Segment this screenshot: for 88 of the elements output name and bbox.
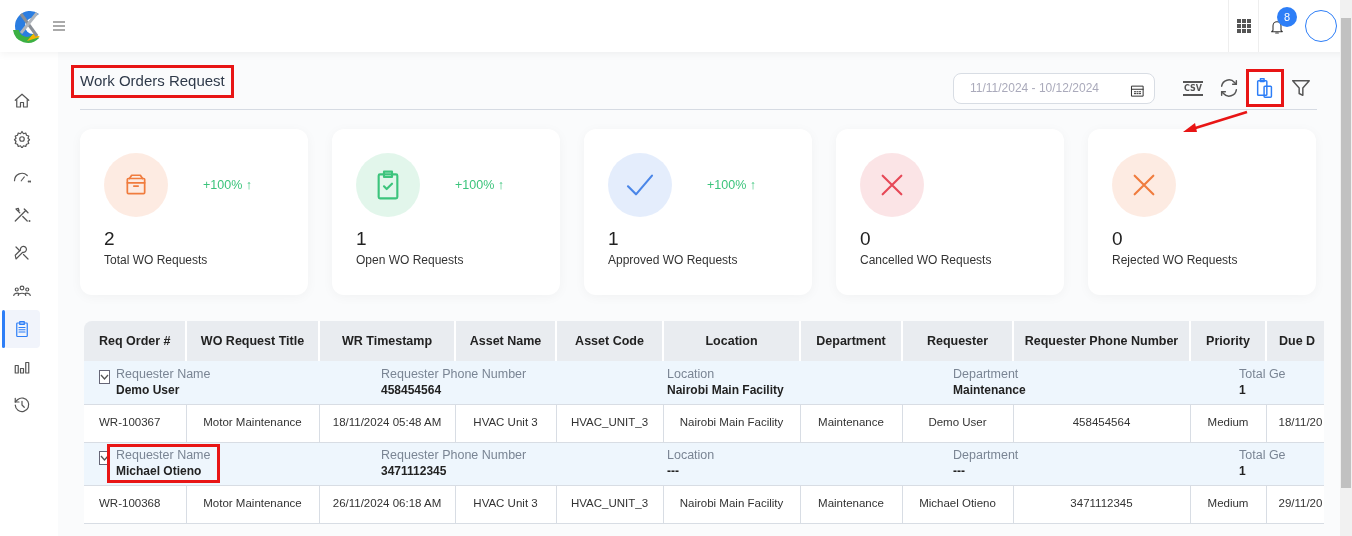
table-cell: WR-100367: [84, 404, 186, 442]
field-value: Demo User: [116, 381, 181, 399]
table-cell: 458454564: [1013, 404, 1190, 442]
table-cell: 18/11/2024 05:48 AM: [319, 404, 455, 442]
table-cell: WR-100368: [84, 485, 186, 523]
field-value: Michael Otieno: [116, 462, 203, 480]
change-percentage: +100% ↑: [707, 176, 756, 194]
column-header: Asset Name: [455, 321, 556, 361]
table-cell: Nairobi Main Facility: [663, 404, 800, 442]
table-cell: HVAC Unit 3: [455, 404, 556, 442]
stat-value: 2: [104, 227, 116, 251]
stat-value: 0: [1112, 227, 1124, 251]
settings-icon: [13, 130, 31, 148]
column-header: Location: [663, 321, 800, 361]
table-cell: 3471112345: [1013, 485, 1190, 523]
clipboard-icon: [13, 320, 31, 338]
table-cell: Motor Maintenance: [186, 404, 319, 442]
table-cell: Maintenance: [800, 404, 902, 442]
field-label: Total Ge: [1239, 446, 1286, 463]
notification-bell-icon[interactable]: [1269, 18, 1285, 35]
history-icon: [13, 396, 31, 414]
field-value: 3471112345: [381, 462, 448, 480]
scrollbar-thumb[interactable]: [1341, 18, 1351, 488]
table-cell: Medium: [1190, 485, 1266, 523]
refresh-icon: [1218, 77, 1240, 99]
column-header: Department: [800, 321, 902, 361]
field-label: Total Ge: [1239, 365, 1286, 382]
field-label: Requester Name: [116, 365, 211, 382]
scrollbar-track[interactable]: [1340, 0, 1352, 536]
field-label: Requester Phone Number: [381, 365, 527, 382]
field-value: 1: [1239, 381, 1247, 399]
stat-value: 1: [356, 227, 368, 251]
table-cell: HVAC Unit 3: [455, 485, 556, 523]
calendar-icon: [1130, 82, 1145, 98]
apps-grid-icon[interactable]: [1236, 19, 1251, 33]
stat-label: Open WO Requests: [356, 252, 465, 269]
stat-value: 0: [860, 227, 872, 251]
field-label: Requester Name: [116, 446, 211, 463]
stat-label: Cancelled WO Requests: [860, 252, 993, 269]
stat-label: Rejected WO Requests: [1112, 252, 1239, 269]
sidebar-item[interactable]: [4, 310, 40, 348]
field-value: Maintenance: [953, 381, 1026, 399]
table-cell: Michael Otieno: [902, 485, 1013, 523]
column-header: Due D: [1266, 321, 1324, 361]
notification-count: 8: [1277, 7, 1297, 28]
column-header: Requester Phone Number: [1013, 321, 1190, 361]
tools-icon: [13, 206, 31, 224]
stat-label: Total WO Requests: [104, 252, 209, 269]
change-percentage: +100% ↑: [455, 176, 504, 194]
table-cell: Nairobi Main Facility: [663, 485, 800, 523]
field-value: ---: [953, 462, 966, 480]
date-range-field[interactable]: 11/11/2024 - 10/12/2024: [953, 72, 1155, 104]
table-cell: 26/11/2024 06:18 AM: [319, 485, 455, 523]
column-header: WO Request Title: [186, 321, 319, 361]
expand-toggle[interactable]: [99, 369, 110, 384]
table-cell: Medium: [1190, 404, 1266, 442]
field-value: 458454564: [381, 381, 443, 399]
field-value: ---: [667, 462, 680, 480]
field-label: Location: [667, 365, 716, 382]
field-value: Nairobi Main Facility: [667, 381, 784, 399]
table-cell: Demo User: [902, 404, 1013, 442]
copy-button[interactable]: [1249, 72, 1281, 104]
table-cell: Maintenance: [800, 485, 902, 523]
table-cell: HVAC_UNIT_3: [556, 404, 663, 442]
page-title: Work Orders Request: [74, 68, 231, 95]
home-icon: [13, 92, 31, 110]
column-header: Requester: [902, 321, 1013, 361]
field-label: Requester Phone Number: [381, 446, 527, 463]
field-value: 1: [1239, 462, 1247, 480]
change-percentage: +100% ↑: [203, 176, 252, 194]
stat-label: Approved WO Requests: [608, 252, 739, 269]
column-header: Priority: [1190, 321, 1266, 361]
table-cell: 18/11/20: [1266, 404, 1324, 442]
stat-value: 1: [608, 227, 620, 251]
user-avatar[interactable]: [1305, 10, 1337, 42]
column-header: WR Timestamp: [319, 321, 455, 361]
table-cell: HVAC_UNIT_3: [556, 485, 663, 523]
filter-icon: [1290, 77, 1312, 99]
field-label: Department: [953, 446, 1019, 463]
expand-toggle[interactable]: [99, 450, 110, 465]
wrench-icon: [13, 244, 31, 262]
column-header: Req Order #: [84, 321, 186, 361]
field-label: Department: [953, 365, 1020, 382]
csv-export-button[interactable]: CSV: [1177, 72, 1209, 104]
table-cell: 29/11/20: [1266, 485, 1324, 523]
field-label: Location: [667, 446, 715, 463]
table-cell: Motor Maintenance: [186, 485, 319, 523]
column-header: Asset Code: [556, 321, 663, 361]
